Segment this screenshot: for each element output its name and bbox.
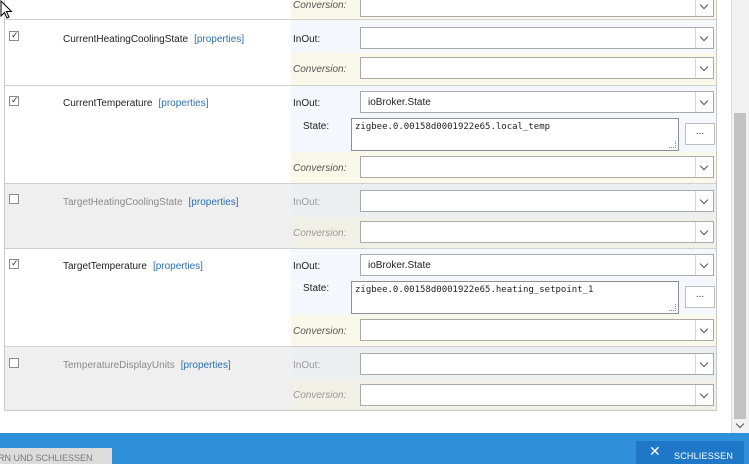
conversion-label: Conversion:	[293, 390, 347, 401]
characteristic-title: TemperatureDisplayUnits	[63, 360, 175, 371]
characteristic-row: TargetHeatingCoolingState [properties] In…	[5, 184, 716, 249]
inout-label: InOut:	[293, 197, 321, 208]
characteristic-row: ✓ TargetTemperature [properties] InOut: i…	[5, 249, 716, 347]
checkmark-icon: ✓	[11, 258, 19, 268]
conversion-select[interactable]	[360, 319, 714, 341]
chevron-down-icon	[695, 157, 713, 177]
conversion-label: Conversion:	[293, 64, 347, 75]
inout-label: InOut:	[293, 360, 321, 371]
characteristic-title: CurrentHeatingCoolingState	[63, 34, 189, 45]
scroll-down-arrow-icon[interactable]	[733, 419, 747, 433]
state-value: zigbee.0.00158d0001922e65.heating_setpoi…	[355, 285, 594, 295]
state-label: State:	[303, 283, 330, 294]
inout-value: ioBroker.State	[368, 260, 431, 271]
properties-link[interactable]: [properties]	[153, 261, 203, 272]
chevron-down-icon	[695, 354, 713, 374]
inout-label: InOut:	[293, 98, 321, 109]
scrollbar-thumb[interactable]	[734, 113, 746, 419]
close-button[interactable]: ✕ SCHLIESSEN	[636, 441, 744, 464]
characteristic-name: TemperatureDisplayUnits [properties]	[63, 360, 231, 371]
characteristic-name: TargetHeatingCoolingState [properties]	[63, 197, 239, 208]
inout-label: InOut:	[293, 34, 321, 45]
inout-select[interactable]	[360, 190, 714, 212]
characteristic-row: TemperatureDisplayUnits [properties] InOu…	[5, 347, 716, 410]
checkmark-icon: ✓	[11, 30, 19, 40]
chevron-down-icon	[695, 0, 713, 16]
resize-grip-icon[interactable]	[669, 141, 676, 148]
characteristic-name: TargetTemperature [properties]	[63, 261, 203, 272]
resize-grip-icon[interactable]	[669, 304, 676, 311]
conversion-select[interactable]	[360, 0, 714, 17]
characteristic-row: Conversion:	[5, 0, 716, 20]
characteristic-title: CurrentTemperature	[63, 98, 153, 109]
enable-checkbox[interactable]	[9, 194, 19, 204]
enable-checkbox[interactable]	[9, 358, 19, 368]
inout-select[interactable]: ioBroker.State	[360, 254, 714, 276]
characteristic-row: ✓ CurrentTemperature [properties] InOut: …	[5, 86, 716, 184]
inout-select[interactable]	[360, 353, 714, 375]
characteristic-title: TargetTemperature	[63, 261, 147, 272]
enable-checkbox[interactable]: ✓	[9, 95, 19, 106]
conversion-label: Conversion:	[293, 0, 347, 11]
characteristic-row: ✓ CurrentHeatingCoolingState [properties]…	[5, 20, 716, 86]
characteristic-name: CurrentTemperature [properties]	[63, 98, 209, 109]
browse-state-button[interactable]: ...	[685, 123, 715, 145]
close-button-label: SCHLIESSEN	[674, 451, 734, 461]
inout-select[interactable]: ioBroker.State	[360, 91, 714, 113]
properties-link[interactable]: [properties]	[194, 34, 244, 45]
checkmark-icon: ✓	[11, 95, 19, 105]
conversion-select[interactable]	[360, 156, 714, 178]
enable-checkbox[interactable]: ✓	[9, 258, 19, 269]
close-icon: ✕	[649, 443, 661, 459]
characteristic-title: TargetHeatingCoolingState	[63, 197, 183, 208]
chevron-down-icon	[695, 92, 713, 112]
state-textarea[interactable]: zigbee.0.00158d0001922e65.local_temp	[351, 118, 679, 151]
save-and-close-button[interactable]: ERN UND SCHLIESSEN	[0, 448, 112, 464]
inout-select[interactable]	[360, 27, 714, 49]
chevron-down-icon	[695, 28, 713, 48]
inout-label: InOut:	[293, 261, 321, 272]
conversion-label: Conversion:	[293, 163, 347, 174]
conversion-select[interactable]	[360, 221, 714, 243]
conversion-select[interactable]	[360, 57, 714, 79]
conversion-label: Conversion:	[293, 228, 347, 239]
state-value: zigbee.0.00158d0001922e65.local_temp	[355, 122, 551, 132]
conversion-label: Conversion:	[293, 326, 347, 337]
properties-link[interactable]: [properties]	[189, 197, 239, 208]
chevron-down-icon	[695, 385, 713, 405]
enable-checkbox[interactable]: ✓	[9, 30, 19, 41]
chevron-down-icon	[695, 58, 713, 78]
state-label: State:	[303, 121, 330, 132]
browse-state-button[interactable]: ...	[685, 286, 715, 308]
mouse-cursor-icon	[0, 0, 13, 19]
chevron-down-icon	[695, 320, 713, 340]
characteristics-panel: Conversion: ✓ CurrentHeatingCoolingState…	[4, 0, 717, 411]
chevron-down-icon	[695, 222, 713, 242]
properties-link[interactable]: [properties]	[181, 360, 231, 371]
chevron-down-icon	[695, 255, 713, 275]
state-textarea[interactable]: zigbee.0.00158d0001922e65.heating_setpoi…	[351, 281, 679, 314]
chevron-down-icon	[695, 191, 713, 211]
inout-value: ioBroker.State	[368, 97, 431, 108]
properties-link[interactable]: [properties]	[158, 98, 208, 109]
conversion-select[interactable]	[360, 384, 714, 406]
characteristic-name: CurrentHeatingCoolingState [properties]	[63, 34, 244, 45]
